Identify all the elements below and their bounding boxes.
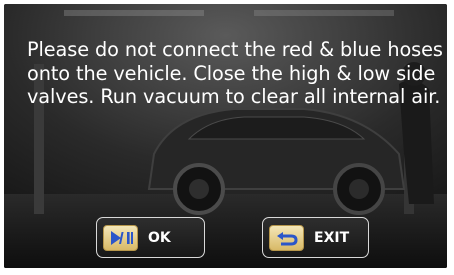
instruction-screen: Please do not connect the red & blue hos… [4, 4, 447, 268]
return-key [269, 224, 304, 251]
instruction-message: Please do not connect the red & blue hos… [27, 38, 443, 108]
play-pause-icon [110, 230, 133, 245]
play-pause-key [103, 224, 138, 251]
ok-button-label: OK [148, 229, 171, 246]
return-arrow-icon [276, 231, 298, 245]
exit-button-label: EXIT [314, 229, 350, 246]
ok-button[interactable]: OK [96, 217, 205, 258]
exit-button[interactable]: EXIT [262, 217, 369, 258]
